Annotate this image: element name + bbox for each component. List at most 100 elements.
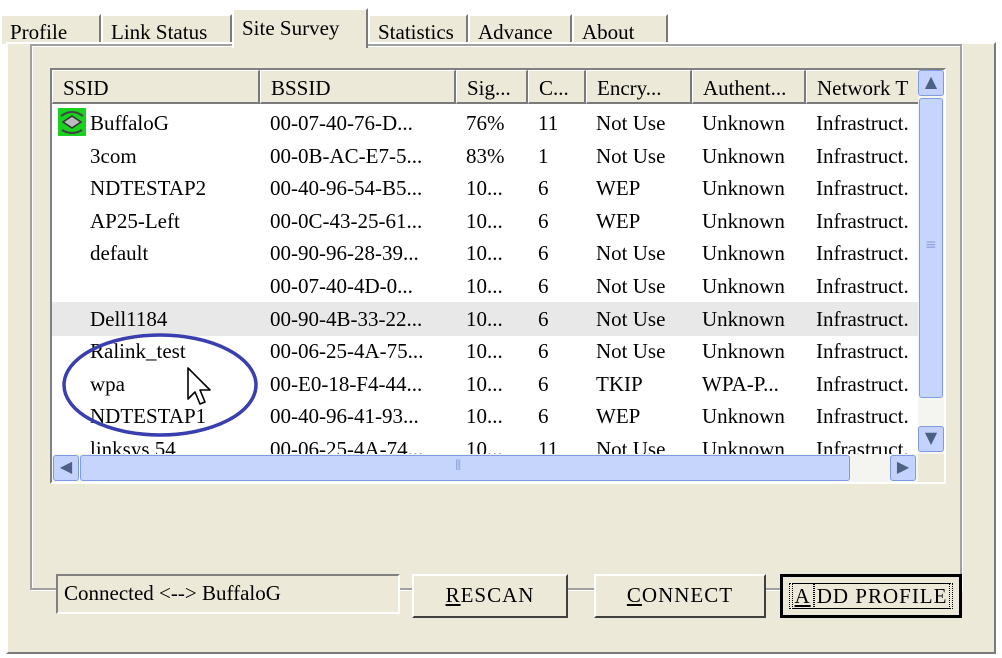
cell-bssid: 00-40-96-54-B5... [270,176,423,201]
column-header-authentication[interactable]: Authent... [692,70,806,104]
cell-network-type: Infrastruct. [816,306,909,331]
cell-network-type: Infrastruct. [816,371,909,396]
cell-ssid: NDTESTAP2 [90,176,207,201]
cell-authentication: Unknown [702,208,785,233]
cell-channel: 6 [538,241,549,266]
rescan-button[interactable]: RESCAN [412,574,568,618]
tab-statistics[interactable]: Statistics [368,14,468,44]
horizontal-scroll-thumb[interactable]: ⦀ [80,455,850,481]
cell-signal: 10... [466,208,503,233]
connection-status: Connected <--> BuffaloG [56,574,400,614]
cell-encryption: Not Use [596,241,666,266]
vertical-scrollbar[interactable]: ▲ ≡ ▼ [918,70,944,454]
cell-bssid: 00-06-25-4A-74... [270,437,424,454]
scrollbar-corner [918,454,944,482]
tab-site-survey[interactable]: Site Survey [232,8,368,48]
connect-mnemonic: C [626,583,642,607]
rescan-label: ESCAN [460,583,535,607]
cell-bssid: 00-90-96-28-39... [270,241,419,266]
cell-encryption: Not Use [596,306,666,331]
cell-ssid: NDTESTAP1 [90,404,207,429]
column-header-encryption[interactable]: Encry... [586,70,692,104]
cell-network-type: Infrastruct. [816,437,909,454]
cell-authentication: Unknown [702,339,785,364]
cell-authentication: Unknown [702,306,785,331]
cell-encryption: Not Use [596,274,666,298]
cell-bssid: 00-07-40-76-D... [270,111,413,135]
cell-ssid: Ralink_test [90,339,186,364]
cell-authentication: Unknown [702,241,785,266]
cell-encryption: Not Use [596,143,666,168]
scroll-up-icon[interactable]: ▲ [918,70,944,96]
cell-signal: 10... [466,306,503,331]
tab-link-status[interactable]: Link Status [101,14,232,44]
rescan-mnemonic: R [445,583,461,607]
cell-ssid: 3com [90,143,137,168]
column-header-bssid[interactable]: BSSID [260,70,456,104]
cell-channel: 6 [538,371,549,396]
cell-ssid: default [90,241,149,266]
cell-ssid: Dell1184 [90,306,168,331]
cell-authentication: Unknown [702,176,785,201]
vertical-scroll-thumb[interactable]: ≡ [919,98,943,398]
table-row[interactable]: Ralink_test 00-06-25-4A-75... 10... 6 Not Us… [52,334,920,368]
table-row[interactable]: Dell1184 00-90-4B-33-22... 10... 6 Not Use Un… [52,301,920,336]
column-header-signal[interactable]: Sig... [456,70,528,104]
cell-channel: 1 [538,143,549,168]
table-row[interactable]: NDTESTAP1 00-40-96-41-93... 10... 6 WEP Unkno… [52,399,920,433]
cell-ssid [52,269,260,303]
table-row[interactable]: 00-07-40-4D-0... 10... 6 Not Use Unknown Infr… [52,269,920,303]
cell-encryption: WEP [596,176,641,201]
table-row[interactable]: wpa 00-E0-18-F4-44... 10... 6 TKIP WPA-P... In… [52,367,920,401]
cell-channel: 6 [538,208,549,233]
tab-profile[interactable]: Profile [0,14,101,44]
add-profile-button[interactable]: A DD PROFILE [780,574,962,618]
connect-label: ONNECT [641,583,734,607]
cell-channel: 11 [538,111,559,135]
cell-signal: 76% [466,111,505,135]
cell-authentication: Unknown [702,404,785,429]
tab-about[interactable]: About [572,14,668,44]
cell-network-type: Infrastruct. [816,143,909,168]
cell-bssid: 00-90-4B-33-22... [270,306,423,331]
site-survey-list[interactable]: SSID BSSID Sig... C... Encry... Authent.… [50,68,946,484]
cell-ssid: wpa [90,371,125,396]
cell-network-type: Infrastruct. [816,111,909,135]
horizontal-scrollbar[interactable]: ◀ ⦀ ▶ [52,454,920,482]
cell-bssid: 00-0C-43-25-61... [270,208,423,233]
grip-icon: ≡ [925,237,937,253]
cell-authentication: WPA-P... [702,371,779,396]
table-row[interactable]: default 00-90-96-28-39... 10... 6 Not Use Unk… [52,236,920,270]
table-row[interactable]: NDTESTAP2 00-40-96-54-B5... 10... 6 WEP Unkno… [52,171,920,205]
table-row[interactable]: 3com 00-0B-AC-E7-5... 83% 1 Not Use Unknown In… [52,139,920,173]
cell-channel: 11 [538,437,559,454]
scroll-right-icon[interactable]: ▶ [890,455,916,481]
table-row[interactable]: AP25-Left 00-0C-43-25-61... 10... 6 WEP Unkno… [52,204,920,238]
table-row[interactable]: BuffaloG 00-07-40-76-D... 76% 11 Not Use Unkn… [52,106,920,140]
cell-bssid: 00-E0-18-F4-44... [270,371,423,396]
cell-network-type: Infrastruct. [816,241,909,266]
cell-channel: 6 [538,176,549,201]
column-header-network-type[interactable]: Network T [806,70,920,104]
cell-authentication: Unknown [702,437,785,454]
connect-button[interactable]: CONNECT [594,574,766,618]
tab-advance[interactable]: Advance [468,14,572,44]
cell-bssid: 00-07-40-4D-0... [270,274,413,298]
cell-authentication: Unknown [702,143,785,168]
cell-signal: 10... [466,274,503,298]
add-profile-label-box: A DD PROFILE [788,583,954,609]
scroll-down-icon[interactable]: ▼ [918,426,944,452]
cell-encryption: Not Use [596,339,666,364]
cell-encryption: Not Use [596,437,666,454]
column-header-ssid[interactable]: SSID [52,70,260,104]
cell-signal: 83% [466,143,505,168]
table-row[interactable]: linksys 54 00-06-25-4A-74... 10... 11 Not Us… [52,432,920,454]
cell-encryption: Not Use [596,111,666,135]
cell-bssid: 00-0B-AC-E7-5... [270,143,423,168]
cell-signal: 10... [466,241,503,266]
cell-network-type: Infrastruct. [816,339,909,364]
scroll-left-icon[interactable]: ◀ [53,455,79,481]
cell-signal: 10... [466,371,503,396]
grip-icon: ⦀ [455,458,462,474]
column-header-channel[interactable]: C... [528,70,586,104]
